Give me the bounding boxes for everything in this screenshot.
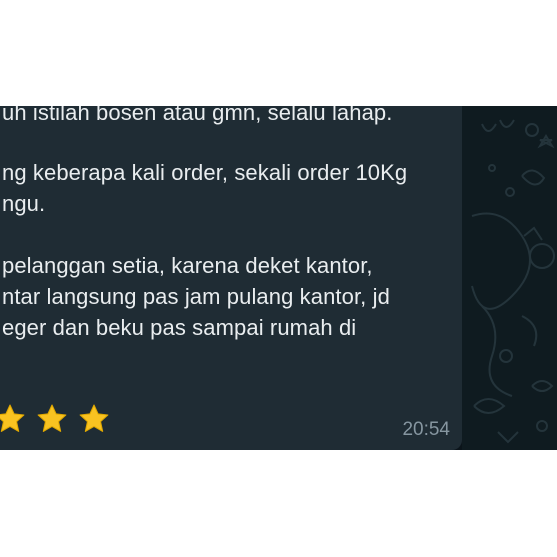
- message-timestamp: 20:54: [402, 419, 450, 440]
- message-text-line: pelanggan setia, karena deket kantor,: [2, 253, 373, 278]
- star-icon: [0, 404, 25, 432]
- star-icon: [79, 404, 109, 432]
- message-text-line: ngu.: [2, 191, 46, 216]
- star-icon: [37, 404, 67, 432]
- message-text-line: ng keberapa kali order, sekali order 10K…: [2, 160, 408, 185]
- message-text-line: ntar langsung pas jam pulang kantor, jd: [2, 284, 390, 309]
- chat-screen: uh istilah bosen atau gmn, selalu lahap.…: [0, 106, 557, 450]
- message-text-line: eger dan beku pas sampai rumah di: [2, 315, 357, 340]
- chat-wallpaper: [462, 106, 557, 450]
- star-rating: [0, 403, 110, 435]
- message-bubble[interactable]: uh istilah bosen atau gmn, selalu lahap.…: [0, 106, 462, 450]
- message-text-line: uh istilah bosen atau gmn, selalu lahap.: [2, 106, 393, 125]
- wallpaper-doodles: [471, 119, 555, 444]
